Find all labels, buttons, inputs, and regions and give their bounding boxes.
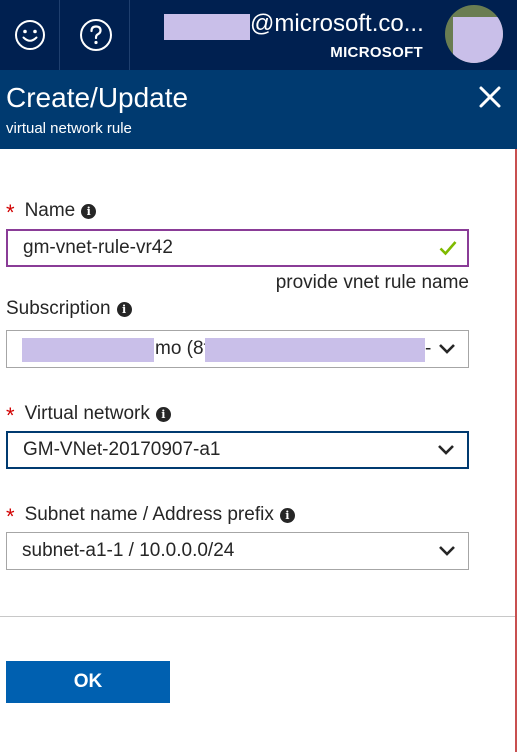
vnet-dropdown[interactable]: GM-VNet-20170907-a1 bbox=[6, 431, 469, 469]
redacted-subscription-name bbox=[22, 338, 154, 362]
account-menu[interactable]: @microsoft.co... MICROSOFT bbox=[132, 0, 517, 70]
subscription-label: Subscription bbox=[6, 298, 111, 319]
vnet-label: Virtual network bbox=[24, 403, 150, 424]
subnet-dropdown[interactable]: subnet-a1-1 / 10.0.0.0/24 bbox=[6, 532, 469, 570]
checkmark-icon bbox=[439, 241, 457, 256]
required-marker: * bbox=[6, 504, 15, 529]
chevron-down-icon bbox=[439, 546, 455, 556]
name-hint: provide vnet rule name bbox=[275, 272, 469, 293]
top-bar: @microsoft.co... MICROSOFT bbox=[0, 0, 517, 70]
name-label: Name bbox=[24, 200, 76, 221]
subnet-label: Subnet name / Address prefix bbox=[24, 504, 274, 525]
smiley-icon bbox=[14, 20, 45, 50]
subnet-label-row: * Subnet name / Address prefix i bbox=[6, 500, 295, 530]
question-circle-icon bbox=[79, 19, 112, 51]
blade-subtitle: virtual network rule bbox=[6, 120, 132, 137]
subscription-dropdown[interactable]: mo (8f - bbox=[6, 330, 469, 368]
name-label-row: * Name i bbox=[6, 196, 97, 226]
redacted-subscription-id bbox=[205, 338, 425, 362]
close-icon[interactable] bbox=[477, 84, 503, 110]
footer-divider bbox=[0, 616, 515, 617]
blade-header: Create/Update virtual network rule bbox=[0, 70, 517, 149]
ok-button[interactable]: OK bbox=[6, 661, 170, 703]
required-marker: * bbox=[6, 200, 15, 225]
account-tenant: MICROSOFT bbox=[330, 44, 423, 61]
subnet-value: subnet-a1-1 / 10.0.0.0/24 bbox=[22, 540, 235, 561]
required-marker: * bbox=[6, 403, 15, 428]
info-icon[interactable]: i bbox=[116, 301, 132, 317]
vnet-value: GM-VNet-20170907-a1 bbox=[23, 439, 221, 460]
avatar[interactable] bbox=[445, 5, 503, 63]
account-email: @microsoft.co... bbox=[250, 10, 424, 37]
name-input-value: gm-vnet-rule-vr42 bbox=[23, 237, 173, 258]
feedback-button[interactable] bbox=[0, 0, 60, 70]
info-icon[interactable]: i bbox=[279, 507, 295, 523]
chevron-down-icon bbox=[438, 445, 454, 455]
subscription-value-fragment: mo (8f bbox=[155, 338, 209, 359]
help-button[interactable] bbox=[62, 0, 130, 70]
blade-title: Create/Update bbox=[6, 82, 189, 113]
info-icon[interactable]: i bbox=[155, 406, 171, 422]
subscription-value-fragment-end: - bbox=[425, 338, 432, 359]
redacted-email-prefix bbox=[164, 14, 250, 40]
subscription-label-row: Subscription i bbox=[6, 298, 132, 320]
info-icon[interactable]: i bbox=[81, 203, 97, 219]
vnet-label-row: * Virtual network i bbox=[6, 399, 171, 429]
chevron-down-icon bbox=[439, 344, 455, 354]
redacted-avatar bbox=[453, 17, 503, 63]
name-input[interactable]: gm-vnet-rule-vr42 bbox=[6, 229, 469, 267]
